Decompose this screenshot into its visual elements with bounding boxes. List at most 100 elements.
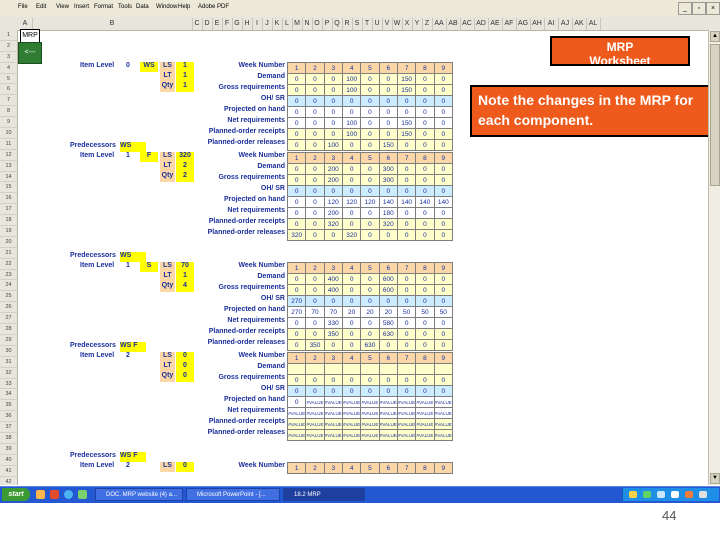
predecessors-value[interactable]: WS F [120,342,146,352]
table-cell[interactable]: 0 [323,385,343,397]
table-cell[interactable]: 0 [341,295,362,307]
table-cell[interactable]: 0 [360,117,380,129]
table-cell[interactable]: 2 [305,462,325,474]
table-cell[interactable]: 0 [415,328,435,340]
table-cell[interactable]: 9 [433,62,454,74]
table-cell[interactable]: 0 [415,218,435,230]
table-cell[interactable]: 0 [360,385,380,397]
table-cell[interactable]: 0 [286,185,307,197]
table-cell[interactable]: 0 [341,339,362,351]
table-cell[interactable]: 0 [360,229,380,241]
vertical-scrollbar[interactable]: ▲ ▼ [708,30,720,485]
row-header-9[interactable]: 9 [0,117,17,129]
taskbar-item-powerpoint[interactable]: Microsoft PowerPoint - [... [186,488,280,501]
table-cell[interactable]: 0 [341,374,362,386]
table-cell[interactable]: 0 [433,317,454,329]
row-header-27[interactable]: 27 [0,313,17,325]
table-cell[interactable]: 7 [396,152,417,164]
table-cell[interactable]: #VALUE [360,407,380,419]
table-cell[interactable]: 0 [396,229,417,241]
table-cell[interactable]: 4 [341,152,362,164]
table-cell[interactable]: #VALUE [341,407,362,419]
table-cell[interactable]: 0 [396,374,417,386]
table-cell[interactable]: 0 [378,117,398,129]
row-header-5[interactable]: 5 [0,74,17,85]
table-cell[interactable]: 0 [323,106,343,118]
table-cell[interactable]: 0 [360,218,380,230]
table-cell[interactable]: 0 [378,385,398,397]
table-cell[interactable]: 580 [378,317,398,329]
menu-item-data[interactable]: Data [136,4,149,10]
row-header-37[interactable]: 37 [0,422,17,433]
table-cell[interactable]: 0 [433,273,454,285]
table-cell[interactable]: 0 [433,385,454,397]
table-cell[interactable]: 0 [286,218,307,230]
table-cell[interactable]: 0 [433,139,454,151]
column-header-ac[interactable]: AC [460,18,475,30]
table-cell[interactable]: 0 [323,117,343,129]
table-cell[interactable]: 0 [378,229,398,241]
table-cell[interactable] [323,363,343,375]
table-cell[interactable]: 0 [360,328,380,340]
row-header-26[interactable]: 26 [0,302,17,314]
table-cell[interactable]: 0 [286,328,307,340]
table-cell[interactable]: 0 [305,84,325,96]
table-cell[interactable]: 0 [341,185,362,197]
table-cell[interactable]: 8 [415,262,435,274]
cell-a1[interactable]: MRP [20,29,40,43]
table-cell[interactable]: 0 [286,106,307,118]
table-cell[interactable]: #VALUE [305,407,325,419]
menu-item-adobe-pdf[interactable]: Adobe PDF [198,4,229,10]
table-cell[interactable]: 0 [305,385,325,397]
table-cell[interactable]: 100 [341,84,362,96]
table-cell[interactable]: #VALUE [415,407,435,419]
table-cell[interactable]: 0 [396,207,417,219]
table-cell[interactable]: 8 [415,152,435,164]
table-cell[interactable]: 0 [323,339,343,351]
tray-update-icon[interactable] [685,491,693,498]
table-cell[interactable]: 0 [415,185,435,197]
table-cell[interactable]: 0 [360,128,380,140]
table-cell[interactable]: 150 [396,128,417,140]
table-cell[interactable]: 8 [415,352,435,364]
table-cell[interactable]: 0 [341,139,362,151]
table-cell[interactable]: 70 [323,306,343,318]
table-cell[interactable]: 0 [396,163,417,175]
table-cell[interactable]: 0 [433,84,454,96]
row-header-34[interactable]: 34 [0,389,17,401]
row-header-4[interactable]: 4 [0,63,17,74]
table-cell[interactable]: 0 [360,174,380,186]
table-cell[interactable]: 0 [415,106,435,118]
table-cell[interactable]: 400 [323,284,343,296]
table-cell[interactable]: 20 [360,306,380,318]
table-cell[interactable]: #VALUE [378,418,398,430]
table-cell[interactable]: 2 [305,262,325,274]
table-cell[interactable]: 0 [305,106,325,118]
table-cell[interactable]: 0 [286,374,307,386]
table-cell[interactable]: 0 [341,273,362,285]
column-header-ag[interactable]: AG [516,18,531,30]
table-cell[interactable]: #VALUE [396,429,417,441]
table-cell[interactable]: 0 [360,106,380,118]
table-cell[interactable]: 150 [396,73,417,85]
table-cell[interactable]: #VALUE [396,396,417,408]
row-header-31[interactable]: 31 [0,357,17,368]
table-cell[interactable]: 100 [341,73,362,85]
table-cell[interactable]: #VALUE [433,429,454,441]
table-cell[interactable]: #VALUE [378,407,398,419]
table-cell[interactable]: 0 [360,284,380,296]
table-cell[interactable]: #VALUE [341,396,362,408]
table-cell[interactable]: 100 [341,117,362,129]
table-cell[interactable]: 50 [415,306,435,318]
predecessors-value[interactable]: WS [120,142,146,152]
table-cell[interactable]: 0 [433,163,454,175]
quicklaunch-media-icon[interactable] [78,490,87,499]
table-cell[interactable]: 0 [286,207,307,219]
table-cell[interactable]: 0 [415,84,435,96]
table-cell[interactable]: 0 [433,174,454,186]
table-cell[interactable]: 0 [305,174,325,186]
table-cell[interactable]: #VALUE [415,396,435,408]
table-cell[interactable]: #VALUE [305,418,325,430]
table-cell[interactable]: 0 [286,163,307,175]
row-header-20[interactable]: 20 [0,237,17,248]
